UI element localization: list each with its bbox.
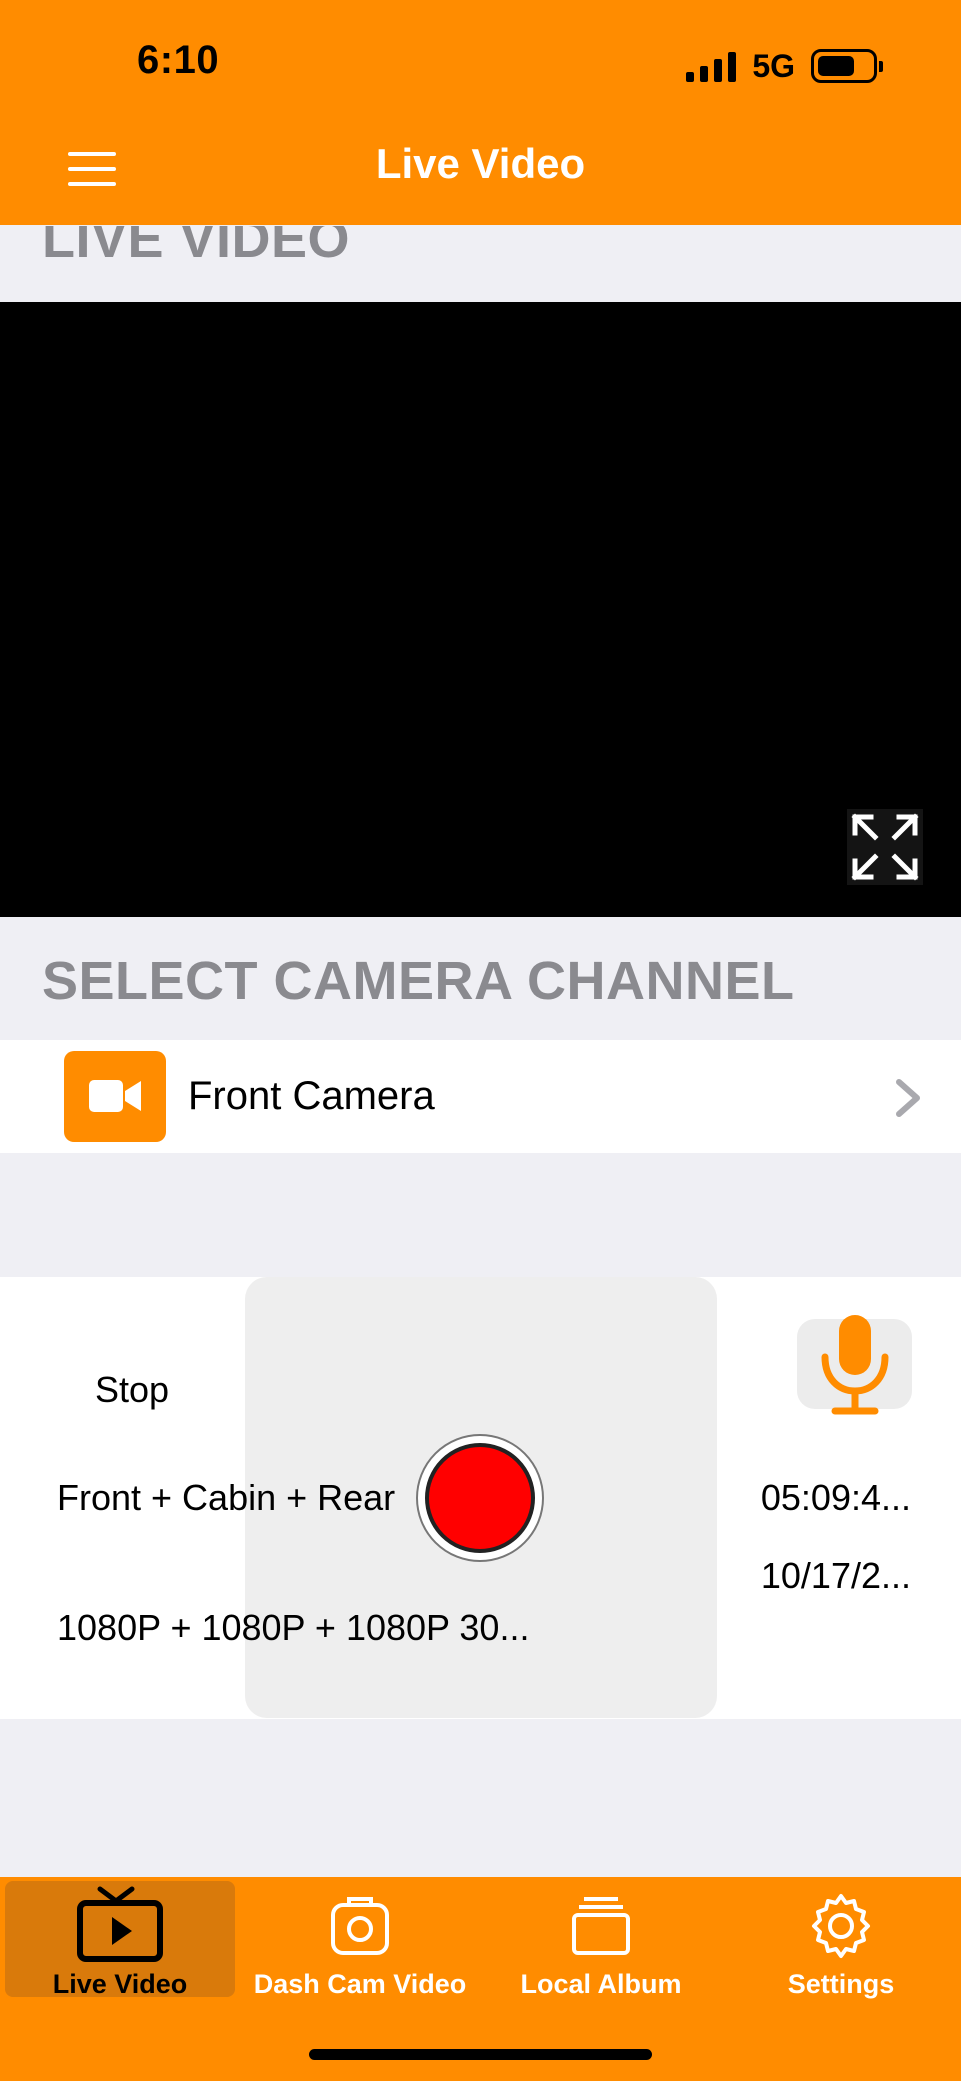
app-header: 6:10 5G Live Video (0, 0, 961, 225)
record-button[interactable] (416, 1434, 544, 1562)
date-label: 10/17/2... (760, 1555, 911, 1596)
video-camera-icon (64, 1051, 166, 1142)
home-indicator (309, 2049, 652, 2060)
tab-label: Dash Cam Video (253, 1969, 467, 1999)
fullscreen-icon[interactable] (847, 809, 923, 885)
gear-icon (812, 1894, 870, 1958)
network-label: 5G (752, 47, 795, 84)
stop-button[interactable]: Stop (95, 1369, 169, 1411)
tab-label: Live Video (52, 1969, 188, 1999)
tab-dash-cam-video[interactable]: Dash Cam Video (240, 1877, 480, 1999)
album-icon (572, 1897, 630, 1955)
channels-label: Front + Cabin + Rear (57, 1477, 396, 1518)
status-indicators: 5G (686, 46, 883, 86)
camera-icon (331, 1897, 389, 1955)
tab-label: Local Album (520, 1969, 682, 1999)
resolution-label: 1080P + 1080P + 1080P 30... (57, 1607, 530, 1648)
signal-icon (686, 50, 737, 82)
camera-channel-section-header: SELECT CAMERA CHANNEL (42, 951, 795, 1011)
tab-local-album[interactable]: Local Album (481, 1877, 721, 1999)
camera-channel-label: Front Camera (188, 1074, 435, 1118)
camera-channel-row[interactable]: Front Camera (0, 1040, 961, 1153)
tab-live-video[interactable]: Live Video (5, 1881, 235, 1999)
chevron-right-icon (896, 1079, 920, 1117)
tab-settings[interactable]: Settings (721, 1877, 961, 1999)
microphone-icon[interactable] (797, 1315, 912, 1415)
status-time: 6:10 (137, 38, 220, 82)
tab-label: Settings (787, 1969, 895, 1999)
video-player[interactable] (0, 302, 961, 917)
time-label: 05:09:4... (760, 1477, 911, 1518)
tv-play-icon (77, 1886, 163, 1962)
battery-icon (811, 49, 883, 83)
recording-control-panel: Stop Front + Cabin + Rear 1080P + 1080P … (0, 1277, 961, 1719)
page-title: Live Video (375, 140, 586, 187)
